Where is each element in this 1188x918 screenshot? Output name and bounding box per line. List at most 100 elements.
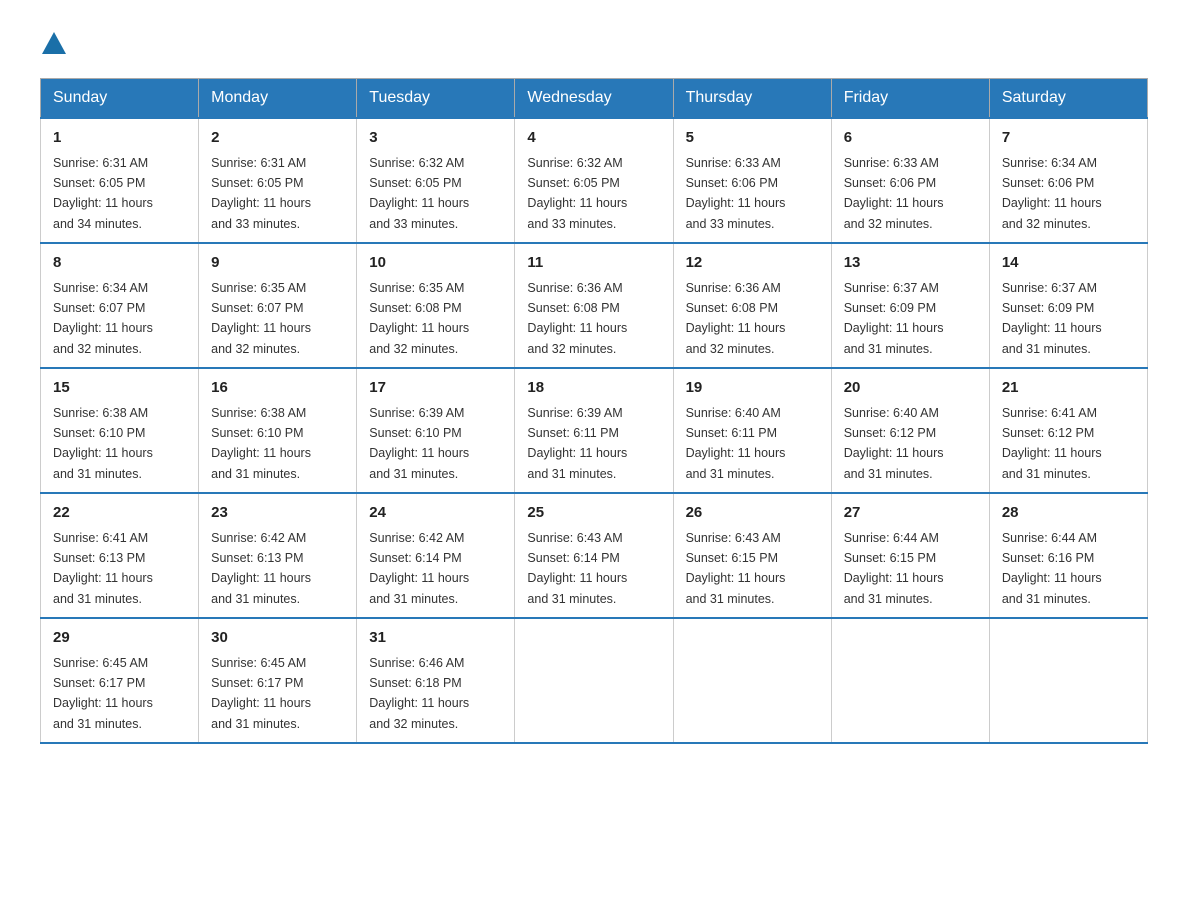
calendar-table: SundayMondayTuesdayWednesdayThursdayFrid… (40, 78, 1148, 744)
day-number: 29 (53, 627, 186, 650)
logo-triangle-icon (40, 30, 68, 58)
day-info: Sunrise: 6:41 AMSunset: 6:13 PMDaylight:… (53, 531, 153, 606)
calendar-cell: 13 Sunrise: 6:37 AMSunset: 6:09 PMDaylig… (831, 243, 989, 368)
day-number: 28 (1002, 502, 1135, 525)
day-number: 21 (1002, 377, 1135, 400)
day-info: Sunrise: 6:31 AMSunset: 6:05 PMDaylight:… (53, 156, 153, 231)
day-number: 31 (369, 627, 502, 650)
day-number: 5 (686, 127, 819, 150)
day-number: 10 (369, 252, 502, 275)
day-info: Sunrise: 6:38 AMSunset: 6:10 PMDaylight:… (211, 406, 311, 481)
calendar-cell (673, 618, 831, 743)
day-number: 13 (844, 252, 977, 275)
day-info: Sunrise: 6:42 AMSunset: 6:13 PMDaylight:… (211, 531, 311, 606)
calendar-cell: 24 Sunrise: 6:42 AMSunset: 6:14 PMDaylig… (357, 493, 515, 618)
day-number: 25 (527, 502, 660, 525)
calendar-cell (515, 618, 673, 743)
day-info: Sunrise: 6:36 AMSunset: 6:08 PMDaylight:… (527, 281, 627, 356)
day-info: Sunrise: 6:32 AMSunset: 6:05 PMDaylight:… (527, 156, 627, 231)
calendar-cell: 19 Sunrise: 6:40 AMSunset: 6:11 PMDaylig… (673, 368, 831, 493)
day-number: 30 (211, 627, 344, 650)
day-info: Sunrise: 6:43 AMSunset: 6:14 PMDaylight:… (527, 531, 627, 606)
day-info: Sunrise: 6:34 AMSunset: 6:07 PMDaylight:… (53, 281, 153, 356)
day-info: Sunrise: 6:36 AMSunset: 6:08 PMDaylight:… (686, 281, 786, 356)
day-info: Sunrise: 6:34 AMSunset: 6:06 PMDaylight:… (1002, 156, 1102, 231)
calendar-cell: 31 Sunrise: 6:46 AMSunset: 6:18 PMDaylig… (357, 618, 515, 743)
weekday-header-friday: Friday (831, 79, 989, 119)
week-row-3: 15 Sunrise: 6:38 AMSunset: 6:10 PMDaylig… (41, 368, 1148, 493)
weekday-header-thursday: Thursday (673, 79, 831, 119)
calendar-cell (989, 618, 1147, 743)
weekday-header-wednesday: Wednesday (515, 79, 673, 119)
calendar-cell: 26 Sunrise: 6:43 AMSunset: 6:15 PMDaylig… (673, 493, 831, 618)
calendar-cell: 28 Sunrise: 6:44 AMSunset: 6:16 PMDaylig… (989, 493, 1147, 618)
calendar-cell: 9 Sunrise: 6:35 AMSunset: 6:07 PMDayligh… (199, 243, 357, 368)
calendar-cell: 30 Sunrise: 6:45 AMSunset: 6:17 PMDaylig… (199, 618, 357, 743)
weekday-header-monday: Monday (199, 79, 357, 119)
weekday-header-saturday: Saturday (989, 79, 1147, 119)
day-info: Sunrise: 6:45 AMSunset: 6:17 PMDaylight:… (53, 656, 153, 731)
day-info: Sunrise: 6:32 AMSunset: 6:05 PMDaylight:… (369, 156, 469, 231)
calendar-cell: 2 Sunrise: 6:31 AMSunset: 6:05 PMDayligh… (199, 118, 357, 243)
calendar-cell: 22 Sunrise: 6:41 AMSunset: 6:13 PMDaylig… (41, 493, 199, 618)
calendar-cell: 20 Sunrise: 6:40 AMSunset: 6:12 PMDaylig… (831, 368, 989, 493)
day-number: 6 (844, 127, 977, 150)
calendar-cell: 10 Sunrise: 6:35 AMSunset: 6:08 PMDaylig… (357, 243, 515, 368)
day-number: 1 (53, 127, 186, 150)
calendar-cell: 23 Sunrise: 6:42 AMSunset: 6:13 PMDaylig… (199, 493, 357, 618)
day-number: 4 (527, 127, 660, 150)
day-info: Sunrise: 6:38 AMSunset: 6:10 PMDaylight:… (53, 406, 153, 481)
day-info: Sunrise: 6:44 AMSunset: 6:15 PMDaylight:… (844, 531, 944, 606)
day-number: 14 (1002, 252, 1135, 275)
calendar-cell: 18 Sunrise: 6:39 AMSunset: 6:11 PMDaylig… (515, 368, 673, 493)
calendar-cell: 4 Sunrise: 6:32 AMSunset: 6:05 PMDayligh… (515, 118, 673, 243)
week-row-2: 8 Sunrise: 6:34 AMSunset: 6:07 PMDayligh… (41, 243, 1148, 368)
day-number: 20 (844, 377, 977, 400)
day-info: Sunrise: 6:37 AMSunset: 6:09 PMDaylight:… (1002, 281, 1102, 356)
calendar-cell: 29 Sunrise: 6:45 AMSunset: 6:17 PMDaylig… (41, 618, 199, 743)
day-number: 22 (53, 502, 186, 525)
calendar-cell: 11 Sunrise: 6:36 AMSunset: 6:08 PMDaylig… (515, 243, 673, 368)
day-info: Sunrise: 6:43 AMSunset: 6:15 PMDaylight:… (686, 531, 786, 606)
calendar-cell: 7 Sunrise: 6:34 AMSunset: 6:06 PMDayligh… (989, 118, 1147, 243)
day-number: 7 (1002, 127, 1135, 150)
day-number: 2 (211, 127, 344, 150)
calendar-cell: 16 Sunrise: 6:38 AMSunset: 6:10 PMDaylig… (199, 368, 357, 493)
week-row-5: 29 Sunrise: 6:45 AMSunset: 6:17 PMDaylig… (41, 618, 1148, 743)
weekday-header-tuesday: Tuesday (357, 79, 515, 119)
day-info: Sunrise: 6:39 AMSunset: 6:10 PMDaylight:… (369, 406, 469, 481)
weekday-header-row: SundayMondayTuesdayWednesdayThursdayFrid… (41, 79, 1148, 119)
day-number: 27 (844, 502, 977, 525)
day-info: Sunrise: 6:33 AMSunset: 6:06 PMDaylight:… (844, 156, 944, 231)
calendar-cell: 6 Sunrise: 6:33 AMSunset: 6:06 PMDayligh… (831, 118, 989, 243)
calendar-cell: 3 Sunrise: 6:32 AMSunset: 6:05 PMDayligh… (357, 118, 515, 243)
calendar-cell: 15 Sunrise: 6:38 AMSunset: 6:10 PMDaylig… (41, 368, 199, 493)
day-info: Sunrise: 6:44 AMSunset: 6:16 PMDaylight:… (1002, 531, 1102, 606)
logo (40, 30, 68, 58)
day-number: 18 (527, 377, 660, 400)
calendar-cell: 1 Sunrise: 6:31 AMSunset: 6:05 PMDayligh… (41, 118, 199, 243)
day-number: 26 (686, 502, 819, 525)
day-info: Sunrise: 6:39 AMSunset: 6:11 PMDaylight:… (527, 406, 627, 481)
week-row-1: 1 Sunrise: 6:31 AMSunset: 6:05 PMDayligh… (41, 118, 1148, 243)
day-info: Sunrise: 6:33 AMSunset: 6:06 PMDaylight:… (686, 156, 786, 231)
page-header (40, 30, 1148, 58)
day-number: 24 (369, 502, 502, 525)
day-number: 12 (686, 252, 819, 275)
calendar-cell: 14 Sunrise: 6:37 AMSunset: 6:09 PMDaylig… (989, 243, 1147, 368)
day-number: 17 (369, 377, 502, 400)
day-number: 19 (686, 377, 819, 400)
day-info: Sunrise: 6:42 AMSunset: 6:14 PMDaylight:… (369, 531, 469, 606)
calendar-cell: 21 Sunrise: 6:41 AMSunset: 6:12 PMDaylig… (989, 368, 1147, 493)
day-info: Sunrise: 6:31 AMSunset: 6:05 PMDaylight:… (211, 156, 311, 231)
calendar-cell: 25 Sunrise: 6:43 AMSunset: 6:14 PMDaylig… (515, 493, 673, 618)
day-number: 9 (211, 252, 344, 275)
week-row-4: 22 Sunrise: 6:41 AMSunset: 6:13 PMDaylig… (41, 493, 1148, 618)
day-number: 16 (211, 377, 344, 400)
day-info: Sunrise: 6:46 AMSunset: 6:18 PMDaylight:… (369, 656, 469, 731)
day-info: Sunrise: 6:37 AMSunset: 6:09 PMDaylight:… (844, 281, 944, 356)
day-number: 15 (53, 377, 186, 400)
day-info: Sunrise: 6:35 AMSunset: 6:08 PMDaylight:… (369, 281, 469, 356)
calendar-cell (831, 618, 989, 743)
day-info: Sunrise: 6:40 AMSunset: 6:11 PMDaylight:… (686, 406, 786, 481)
